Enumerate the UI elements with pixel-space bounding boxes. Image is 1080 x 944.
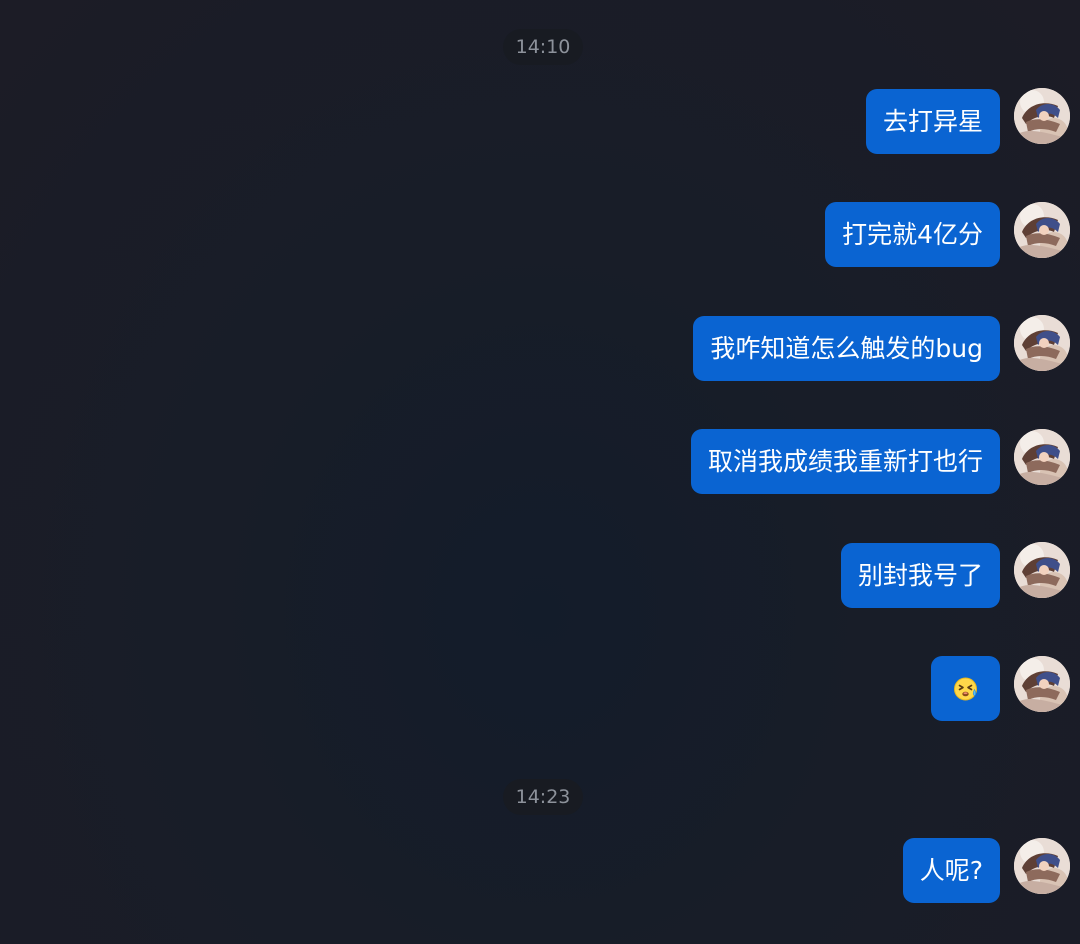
message-bubble[interactable]: 取消我成绩我重新打也行 [690,429,1000,494]
timestamp: 14:23 [503,779,583,815]
timestamp: 14:10 [503,29,583,65]
emoji-message-bubble[interactable] [931,656,1000,721]
avatar[interactable] [1014,656,1070,712]
avatar[interactable] [1014,315,1070,371]
cringe-sweat-emoji-icon [954,677,977,701]
message-bubble[interactable]: 人呢? [902,838,1000,903]
avatar[interactable] [1014,88,1070,144]
avatar[interactable] [1014,202,1070,258]
message-bubble[interactable]: 我咋知道怎么触发的bug [693,316,1000,381]
avatar[interactable] [1014,838,1070,894]
avatar[interactable] [1014,429,1070,485]
message-bubble[interactable]: 去打异星 [865,89,1000,154]
message-bubble[interactable]: 打完就4亿分 [825,202,1000,267]
message-bubble[interactable]: 别封我号了 [840,543,1000,608]
avatar[interactable] [1014,542,1070,598]
